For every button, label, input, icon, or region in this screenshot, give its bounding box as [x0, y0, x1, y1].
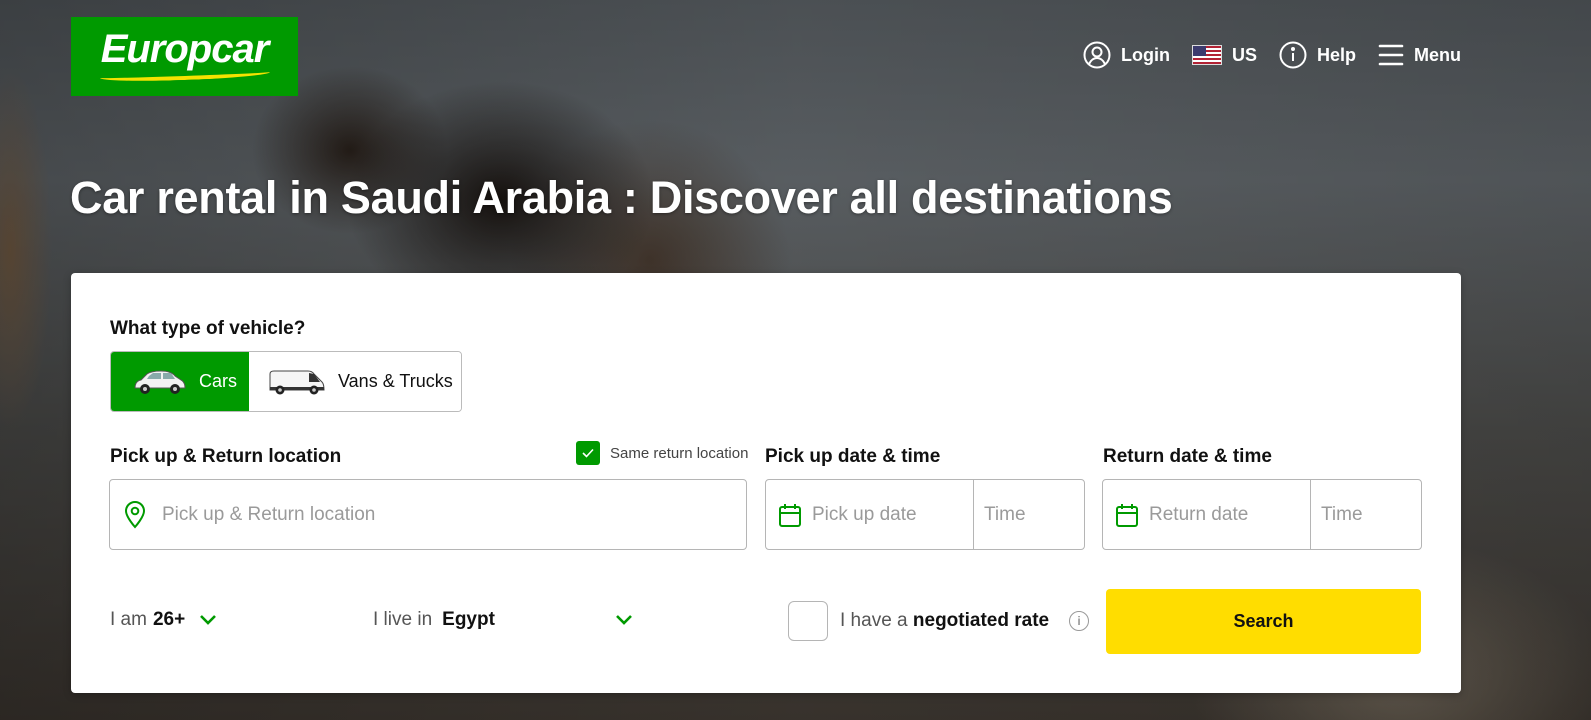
hamburger-icon [1378, 44, 1404, 66]
negotiated-rate-checkbox[interactable] [788, 601, 828, 641]
return-date-input[interactable]: Return date [1103, 480, 1311, 549]
calendar-icon [779, 503, 801, 527]
location-input[interactable]: Pick up & Return location [109, 479, 747, 550]
location-label: Pick up & Return location [110, 446, 342, 467]
country-prefix: I live in [373, 609, 433, 630]
info-icon[interactable]: i [1069, 611, 1090, 631]
negotiated-rate-text: I have a negotiated rate [840, 610, 1049, 632]
help-link[interactable]: Help [1279, 41, 1356, 69]
login-label: Login [1120, 44, 1170, 65]
vehicle-option-cars[interactable]: Cars [111, 352, 249, 411]
same-return-label: Same return location [610, 444, 749, 462]
negotiated-bold: negotiated rate [912, 610, 1050, 631]
top-navigation: Login US Help Menu [1083, 38, 1461, 72]
info-icon [1279, 41, 1307, 69]
menu-button[interactable]: Menu [1378, 43, 1461, 67]
logo-text: Europcar [100, 27, 270, 71]
locale-selector[interactable]: US [1191, 44, 1257, 66]
calendar-icon [1116, 503, 1138, 527]
booking-form-card: What type of vehicle? Cars Vans & Trucks [71, 273, 1461, 693]
return-time-input[interactable]: Time [1311, 480, 1421, 549]
chevron-down-icon [616, 615, 632, 625]
us-flag-icon [1191, 45, 1222, 65]
same-return-location[interactable]: Same return location [576, 441, 748, 465]
van-icon [269, 370, 325, 394]
help-label: Help [1316, 44, 1356, 65]
locale-label: US [1231, 44, 1257, 65]
return-time-placeholder: Time [1321, 503, 1363, 525]
pickup-datetime-field: Pick up date Time [765, 479, 1085, 550]
pickup-date-placeholder: Pick up date [812, 503, 917, 525]
vehicle-option-vans-label: Vans & Trucks [338, 371, 453, 391]
location-pin-icon [124, 500, 146, 528]
negotiated-prefix: I have a [840, 610, 908, 631]
vehicle-option-vans-trucks[interactable]: Vans & Trucks [249, 352, 461, 411]
pickup-time-placeholder: Time [984, 503, 1026, 525]
user-circle-icon [1083, 41, 1111, 69]
pickup-label: Pick up date & time [765, 446, 941, 467]
country-value: Egypt [442, 609, 495, 630]
negotiated-rate-option: I have a negotiated rate i [788, 601, 1090, 641]
menu-label: Menu [1414, 44, 1461, 65]
return-date-placeholder: Return date [1149, 503, 1249, 525]
login-link[interactable]: Login [1083, 41, 1170, 69]
pickup-date-input[interactable]: Pick up date [766, 480, 974, 549]
vehicle-option-cars-label: Cars [199, 371, 238, 391]
car-icon [134, 369, 186, 394]
country-selector[interactable]: I live in Egypt [373, 609, 633, 631]
return-datetime-field: Return date Time [1102, 479, 1422, 550]
pickup-time-input[interactable]: Time [974, 480, 1084, 549]
same-return-checkbox[interactable] [576, 441, 600, 465]
vehicle-type-toggle: Cars Vans & Trucks [110, 351, 462, 412]
age-selector[interactable]: I am 26+ [110, 609, 217, 631]
search-button[interactable]: Search [1106, 589, 1421, 654]
age-value: 26+ [152, 609, 186, 630]
return-label: Return date & time [1103, 446, 1272, 467]
vehicle-type-question: What type of vehicle? [110, 318, 306, 339]
page-title: Car rental in Saudi Arabia : Discover al… [70, 172, 1173, 223]
chevron-down-icon [200, 615, 217, 625]
age-prefix: I am [110, 609, 147, 630]
europcar-logo[interactable]: Europcar [71, 17, 298, 96]
location-placeholder: Pick up & Return location [162, 503, 376, 525]
checkmark-icon [582, 448, 594, 458]
